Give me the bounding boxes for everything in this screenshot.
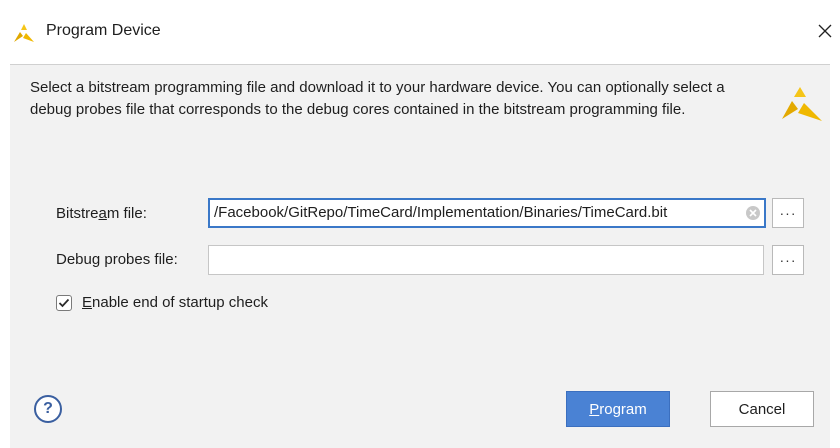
enable-startup-check-checkbox[interactable] <box>56 295 72 311</box>
dialog-body: Select a bitstream programming file and … <box>10 64 830 448</box>
clear-input-icon[interactable] <box>745 205 761 221</box>
enable-startup-check-label[interactable]: Enable end of startup check <box>82 294 268 311</box>
vivado-brand-logo-icon <box>782 87 822 121</box>
program-label-post: rogram <box>599 400 647 418</box>
close-icon <box>818 24 832 38</box>
bitstream-label-underline: a <box>98 205 107 222</box>
debug-probes-browse-button[interactable]: ··· <box>772 245 804 275</box>
startup-label-underline: E <box>82 294 93 311</box>
description-text: Select a bitstream programming file and … <box>30 79 725 118</box>
debug-label-post: probes file: <box>100 251 178 268</box>
debug-probes-file-input[interactable] <box>208 245 764 275</box>
program-button[interactable]: Program <box>566 391 670 427</box>
bitstream-file-label: Bitstream file: <box>56 205 147 222</box>
vivado-logo-icon <box>14 24 34 42</box>
help-button[interactable]: ? <box>34 395 62 423</box>
bitstream-file-input[interactable]: /Facebook/GitRepo/TimeCard/Implementatio… <box>208 198 766 228</box>
window-title: Program Device <box>46 22 161 39</box>
program-label-underline: P <box>589 400 600 418</box>
bitstream-browse-button[interactable]: ··· <box>772 198 804 228</box>
cancel-button[interactable]: Cancel <box>710 391 814 427</box>
bitstream-label-post: m file: <box>106 205 147 222</box>
debug-label-underline: g <box>91 251 101 268</box>
debug-probes-file-label: Debug probes file: <box>56 251 178 268</box>
checkmark-icon <box>58 298 70 308</box>
title-bar: Program Device <box>0 0 840 64</box>
startup-label-post: nable end of startup check <box>92 294 268 311</box>
debug-label-pre: Debu <box>56 251 92 268</box>
close-button[interactable] <box>812 16 838 46</box>
bitstream-label-pre: Bitstre <box>56 205 99 222</box>
